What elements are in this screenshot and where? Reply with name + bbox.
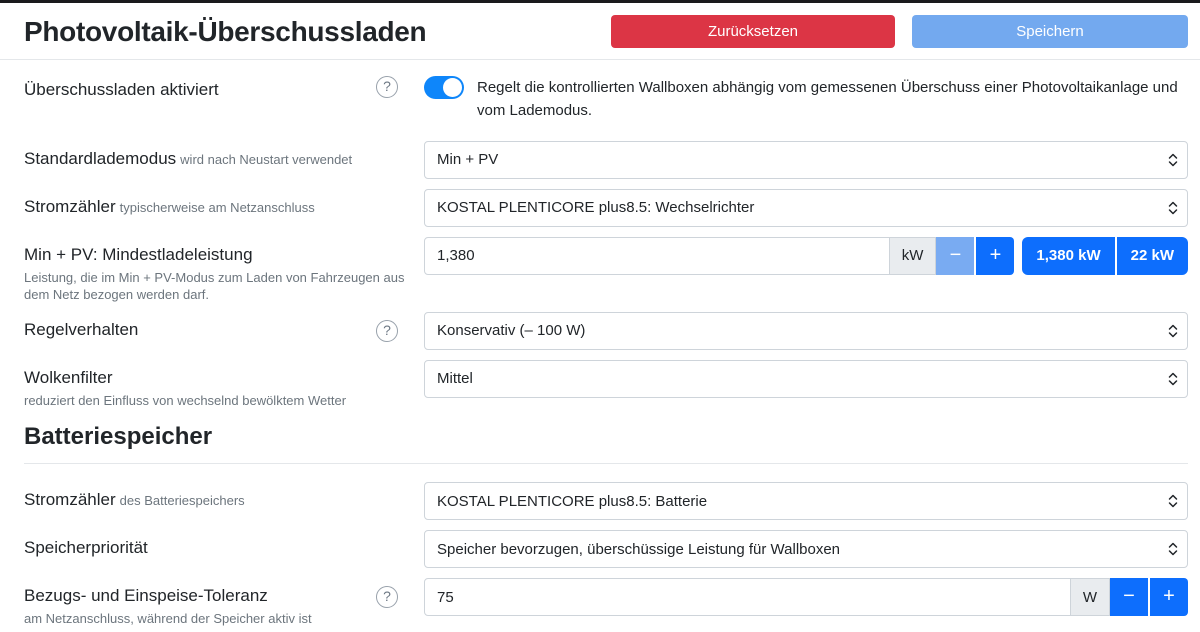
row-surplus-enabled: Überschussladen aktiviert ? Regelt die k… [24,72,1188,123]
help-icon[interactable]: ? [376,586,398,608]
min-pv-power-unit: kW [890,237,937,275]
min-pv-power-decrement-button[interactable]: − [936,237,974,275]
control-behavior-label: Regelverhalten [24,320,138,339]
preset-min-power-button[interactable]: 1,380 kW [1022,237,1114,275]
surplus-enabled-toggle[interactable] [424,76,464,99]
page-header: Photovoltaik-Überschussladen Zurücksetze… [0,3,1200,60]
grid-tolerance-decrement-button[interactable]: − [1110,578,1148,616]
row-default-charge-mode: Standardlademodus wird nach Neustart verw… [24,141,1188,179]
row-min-pv-power: Min + PV: Mindestladeleistung Leistung, … [24,237,1188,304]
help-icon[interactable]: ? [376,76,398,98]
page-title: Photovoltaik-Überschussladen [24,16,426,48]
row-storage-priority: Speicherpriorität Speicher bevorzugen, ü… [24,530,1188,568]
storage-priority-label: Speicherpriorität [24,538,148,557]
grid-meter-sublabel: typischerweise am Netzanschluss [120,200,315,215]
control-behavior-select[interactable]: Konservativ (– 100 W) [424,312,1188,350]
min-pv-power-input[interactable] [424,237,890,275]
grid-tolerance-label: Bezugs- und Einspeise-Toleranz [24,586,268,605]
toggle-knob-icon [443,78,462,97]
min-pv-power-increment-button[interactable]: + [976,237,1014,275]
row-cloud-filter: Wolkenfilter reduziert den Einfluss von … [24,360,1188,410]
min-pv-power-description: Leistung, die im Min + PV-Modus zum Lade… [24,269,414,304]
cloud-filter-label: Wolkenfilter [24,368,113,387]
surplus-enabled-label: Überschussladen aktiviert [24,80,219,99]
storage-priority-select[interactable]: Speicher bevorzugen, überschüssige Leist… [424,530,1188,568]
grid-tolerance-description: am Netzanschluss, während der Speicher a… [24,610,366,628]
help-icon[interactable]: ? [376,320,398,342]
row-control-behavior: Regelverhalten ? Konservativ (– 100 W) [24,312,1188,350]
grid-tolerance-unit: W [1071,578,1110,616]
cloud-filter-select[interactable]: Mittel [424,360,1188,398]
battery-section-heading: Batteriespeicher [24,423,1188,464]
surplus-enabled-description: Regelt die kontrollierten Wallboxen abhä… [477,72,1188,123]
row-grid-tolerance: Bezugs- und Einspeise-Toleranz am Netzan… [24,578,1188,628]
default-charge-mode-select[interactable]: Min + PV [424,141,1188,179]
row-grid-meter: Stromzähler typischerweise am Netzanschlu… [24,189,1188,227]
default-charge-mode-label: Standardlademodus [24,149,176,168]
grid-tolerance-increment-button[interactable]: + [1150,578,1188,616]
grid-tolerance-input[interactable] [424,578,1071,616]
default-charge-mode-sublabel: wird nach Neustart verwendet [180,152,352,167]
row-battery-meter: Stromzähler des Batteriespeichers KOSTAL … [24,482,1188,520]
min-pv-power-label: Min + PV: Mindestladeleistung [24,245,253,264]
cloud-filter-description: reduziert den Einfluss von wechselnd bew… [24,392,414,410]
reset-button[interactable]: Zurücksetzen [611,15,895,48]
battery-meter-label: Stromzähler [24,490,116,509]
grid-meter-select[interactable]: KOSTAL PLENTICORE plus8.5: Wechselrichte… [424,189,1188,227]
preset-max-power-button[interactable]: 22 kW [1117,237,1188,275]
min-pv-power-presets: 1,380 kW 22 kW [1022,237,1188,275]
battery-meter-sublabel: des Batteriespeichers [120,493,245,508]
battery-meter-select[interactable]: KOSTAL PLENTICORE plus8.5: Batterie [424,482,1188,520]
header-actions: Zurücksetzen Speichern [611,15,1188,48]
save-button[interactable]: Speichern [912,15,1188,48]
grid-meter-label: Stromzähler [24,197,116,216]
